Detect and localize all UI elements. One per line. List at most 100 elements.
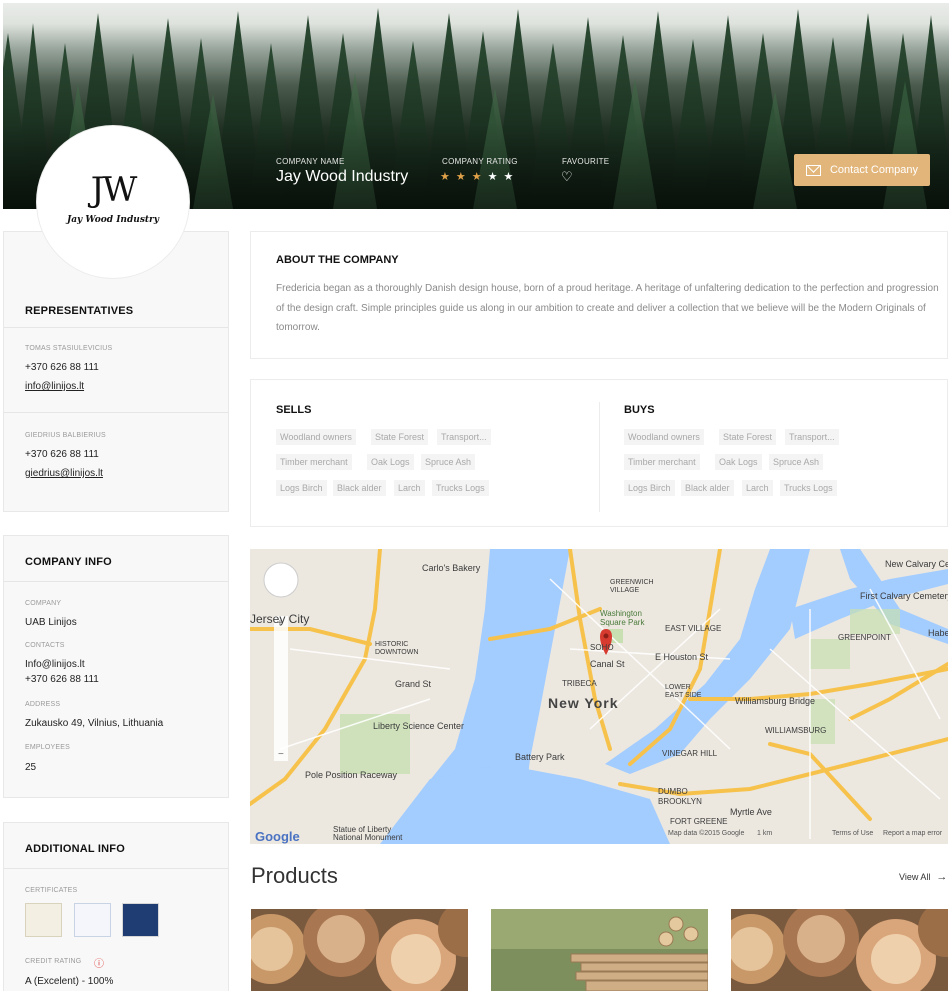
map-label: SOHO: [590, 643, 614, 652]
contacts-label: CONTACTS: [25, 642, 65, 649]
heart-icon[interactable]: ♡: [561, 170, 573, 183]
representatives-title: REPRESENTATIVES: [25, 305, 134, 317]
map-report-link[interactable]: Report a map error: [883, 830, 942, 837]
view-all-label: View All: [899, 872, 931, 882]
logo-mark: JW: [90, 170, 138, 210]
arrow-right-icon: →: [936, 871, 948, 883]
credit-rating-value: A (Excelent) - 100%: [25, 976, 114, 987]
certificate-thumbnail[interactable]: [122, 903, 159, 937]
buys-tag[interactable]: Trucks Logs: [780, 480, 837, 496]
buys-tag[interactable]: Timber merchant: [624, 454, 700, 470]
map-label: Myrtle Ave: [730, 807, 772, 817]
info-icon[interactable]: ⓘ: [94, 955, 104, 970]
certificate-thumbnail[interactable]: [74, 903, 111, 937]
company-name-label: COMPANY NAME: [276, 157, 345, 166]
certificate-thumbnail[interactable]: [25, 903, 62, 937]
company-info-card: COMPANY INFO COMPANY UAB Linijos CONTACT…: [3, 535, 229, 798]
products-title: Products: [251, 863, 338, 888]
map-city-label: New York: [548, 695, 619, 711]
buys-tag[interactable]: Oak Logs: [715, 454, 762, 470]
address-label: ADDRESS: [25, 701, 61, 708]
about-text: Fredericia began as a thoroughly Danish …: [276, 283, 939, 333]
contacts-phone: +370 626 88 111: [25, 674, 99, 685]
product-image: [491, 909, 708, 991]
location-map[interactable]: + − Carlo's Bakery Jersey City Grand St …: [250, 549, 948, 844]
sells-tag[interactable]: Logs Birch: [276, 480, 327, 496]
buys-tag[interactable]: Larch: [742, 480, 773, 496]
additional-info-title: ADDITIONAL INFO: [25, 843, 125, 855]
sells-tag[interactable]: State Forest: [371, 429, 429, 445]
star-icon: ★: [503, 171, 520, 183]
map-label: Statue of Liberty National Monument: [333, 825, 403, 842]
rep-name: GIEDRIUS BALBIERIUS: [25, 432, 106, 439]
map-label: New Calvary Cem: [885, 559, 948, 569]
star-icon: ★: [440, 171, 456, 183]
credit-rating-label: CREDIT RATING: [25, 958, 82, 965]
contact-company-label: Contact Company: [829, 164, 919, 176]
buys-tag[interactable]: Woodland owners: [624, 429, 704, 445]
contacts-email: Info@linijos.lt: [25, 659, 85, 670]
map-label: VINEGAR HILL: [662, 749, 718, 758]
rep-name: TOMAS STASIULEVICIUS: [25, 345, 113, 352]
map-label: EAST VILLAGE: [665, 624, 722, 633]
sells-tag[interactable]: Timber merchant: [276, 454, 352, 470]
rating-stars: ★★★★★: [440, 170, 519, 183]
buys-title: BUYS: [624, 404, 655, 416]
sells-title: SELLS: [276, 404, 312, 416]
sells-buys-panel: SELLS BUYS Woodland owners State Forest …: [250, 379, 948, 527]
map-label: Battery Park: [515, 752, 565, 762]
view-all-link[interactable]: View All →: [899, 871, 947, 883]
favourite-label: FAVOURITE: [562, 157, 610, 166]
map-label: Canal St: [590, 659, 625, 669]
address-value: Zukausko 49, Vilnius, Lithuania: [25, 718, 164, 729]
map-label: GREENWICH VILLAGE: [610, 579, 654, 594]
company-label: COMPANY: [25, 600, 62, 607]
sells-tag[interactable]: Trucks Logs: [432, 480, 489, 496]
buys-tag[interactable]: Logs Birch: [624, 480, 675, 496]
map-label: DUMBO: [658, 787, 688, 796]
sells-tag[interactable]: Black alder: [333, 480, 386, 496]
product-card[interactable]: [251, 909, 468, 991]
company-info-title: COMPANY INFO: [25, 556, 112, 568]
additional-info-card: ADDITIONAL INFO CERTIFICATES CREDIT RATI…: [3, 822, 229, 991]
star-icon: ★: [471, 171, 488, 183]
map-label: HISTORIC DOWNTOWN: [375, 641, 419, 656]
sells-tag[interactable]: Larch: [394, 480, 425, 496]
buys-tag[interactable]: State Forest: [719, 429, 777, 445]
logo-text: Jay Wood Industry: [66, 215, 160, 225]
rep-phone: +370 626 88 111: [25, 362, 99, 373]
svg-text:−: −: [278, 749, 284, 760]
contact-company-button[interactable]: Contact Company: [794, 154, 930, 186]
map-label: Williamsburg Bridge: [735, 696, 816, 706]
company-value: UAB Linijos: [25, 617, 77, 628]
buys-tag[interactable]: Spruce Ash: [769, 454, 824, 470]
about-panel: ABOUT THE COMPANY Fredericia began as a …: [250, 231, 948, 359]
google-logo: Google: [255, 829, 300, 844]
map-label: First Calvary Cemetery: [860, 591, 948, 601]
sells-tag[interactable]: Transport...: [437, 429, 491, 445]
rep-email-link[interactable]: giedrius@linijos.lt: [25, 468, 103, 479]
buys-tag[interactable]: Transport...: [785, 429, 839, 445]
company-name: Jay Wood Industry: [276, 168, 409, 185]
buys-tag[interactable]: Black alder: [681, 480, 734, 496]
star-icon: ★: [455, 171, 472, 183]
company-logo: JW Jay Wood Industry: [37, 126, 189, 278]
map-label: LOWER EAST SIDE: [665, 684, 702, 699]
map-label: BROOKLYN: [658, 797, 702, 806]
map-label: Washington Square Park: [600, 609, 645, 627]
map-scale: 1 km: [757, 830, 773, 837]
product-card[interactable]: [491, 909, 708, 991]
sells-tag[interactable]: Woodland owners: [276, 429, 356, 445]
rep-email-link[interactable]: info@linijos.lt: [25, 381, 84, 392]
product-card[interactable]: [731, 909, 948, 991]
map-label: GREENPOINT: [838, 633, 891, 642]
map-data-credit: Map data ©2015 Google: [668, 830, 745, 837]
envelope-icon: [805, 164, 821, 176]
sells-tag[interactable]: Oak Logs: [367, 454, 414, 470]
company-rating-label: COMPANY RATING: [442, 157, 518, 166]
employees-label: EMPLOYEES: [25, 744, 70, 751]
sells-tag[interactable]: Spruce Ash: [421, 454, 476, 470]
map-label: TRIBECA: [562, 679, 597, 688]
map-label: WILLIAMSBURG: [765, 726, 827, 735]
map-terms-link[interactable]: Terms of Use: [832, 830, 873, 837]
